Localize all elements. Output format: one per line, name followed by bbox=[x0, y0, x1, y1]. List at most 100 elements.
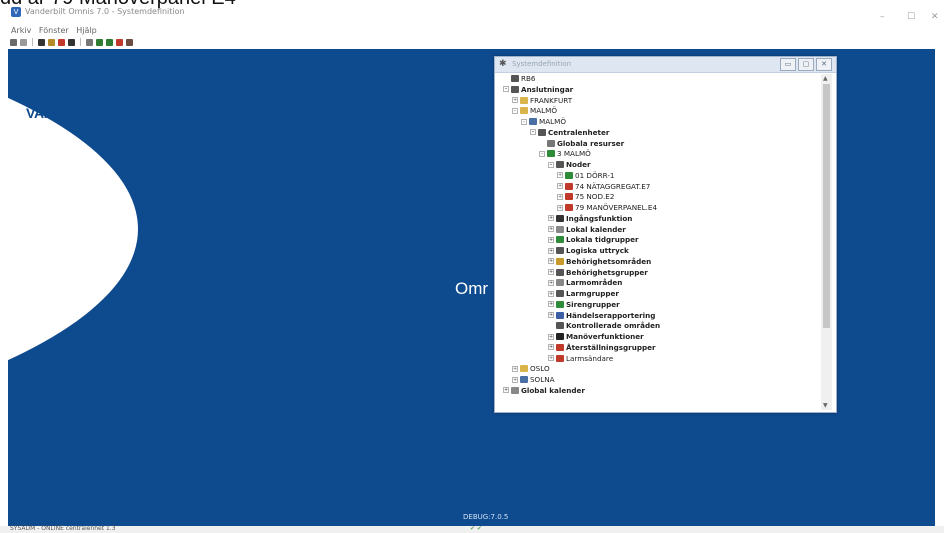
collapse-icon[interactable]: – bbox=[503, 86, 509, 93]
tree-node[interactable]: + Larmgrupper bbox=[548, 289, 619, 298]
tree-node-icon bbox=[556, 257, 564, 265]
expand-icon[interactable]: + bbox=[557, 172, 563, 179]
expand-icon[interactable]: + bbox=[548, 333, 554, 340]
collapse-icon[interactable]: – bbox=[512, 107, 518, 114]
expand-icon[interactable]: + bbox=[557, 183, 563, 189]
fire-icon[interactable] bbox=[116, 38, 123, 46]
expand-icon[interactable]: + bbox=[557, 193, 563, 200]
tree-node-label: OSLO bbox=[530, 364, 550, 374]
tools-icon[interactable] bbox=[68, 38, 75, 46]
expand-icon[interactable]: + bbox=[548, 355, 554, 361]
settings-icon[interactable] bbox=[86, 38, 93, 46]
tree-node-label: Larmsändare bbox=[566, 353, 614, 363]
tree-node[interactable]: + Sirengrupper bbox=[548, 300, 620, 309]
expand-icon[interactable]: + bbox=[512, 97, 518, 103]
scroll-up-arrow[interactable]: ▲ bbox=[823, 75, 828, 82]
tree-node[interactable]: + Manöverfunktioner bbox=[548, 332, 644, 341]
key-icon[interactable] bbox=[38, 38, 45, 46]
collapse-icon[interactable]: – bbox=[521, 118, 527, 125]
tree-node[interactable]: + Behörighetsområden bbox=[548, 257, 651, 266]
expand-icon[interactable]: + bbox=[548, 290, 554, 297]
tree-node[interactable]: +01 DÖRR-1 bbox=[557, 171, 615, 180]
expand-icon[interactable]: + bbox=[548, 312, 554, 318]
person-icon[interactable] bbox=[106, 38, 113, 46]
tree-node-label: Behörighetsområden bbox=[566, 256, 652, 266]
tree-node[interactable]: +79 MANÖVERPANEL.E4 bbox=[557, 203, 657, 212]
sysdef-close-button[interactable]: ✕ bbox=[816, 58, 832, 71]
tree-node[interactable]: + Lokal kalender bbox=[548, 225, 626, 234]
tree-node[interactable]: + OSLO bbox=[512, 364, 550, 373]
tree-node[interactable]: + Behörighetsgrupper bbox=[548, 268, 648, 277]
tree-node[interactable]: – Noder bbox=[548, 160, 591, 169]
menu-arkiv[interactable]: Arkiv bbox=[11, 26, 31, 35]
expand-icon[interactable]: + bbox=[503, 387, 509, 394]
vanderbilt-logo: VANDERBILT bbox=[26, 105, 112, 121]
tree-node[interactable]: + Larmområden bbox=[548, 278, 622, 287]
tree-node[interactable]: – MALMÖ bbox=[512, 106, 557, 115]
tree-node[interactable]: – 3 MALMÖ bbox=[539, 149, 591, 158]
scroll-down-arrow[interactable]: ▼ bbox=[823, 402, 828, 409]
tree-node[interactable]: + Global kalender bbox=[503, 386, 585, 395]
sysdef-minimize-button[interactable]: ▭ bbox=[780, 58, 796, 71]
tree-scrollbar[interactable]: ▲ ▼ bbox=[821, 74, 832, 410]
system-tree[interactable]: RB6– Anslutningar + FRANKFURT – MALMÖ – MALMÖ – C… bbox=[497, 74, 819, 410]
tree-node-label: Ingångsfunktion bbox=[566, 213, 633, 223]
expand-icon[interactable]: + bbox=[548, 301, 554, 308]
tree-node[interactable]: +75 NOD.E2 bbox=[557, 192, 614, 201]
menu-hjalp[interactable]: Hjälp bbox=[76, 26, 96, 35]
tree-node[interactable]: RB6 bbox=[503, 74, 536, 83]
print-icon[interactable] bbox=[20, 38, 27, 46]
tree-node[interactable]: – Anslutningar bbox=[503, 85, 573, 94]
door-icon[interactable] bbox=[48, 38, 55, 46]
close-button[interactable]: ✕ bbox=[931, 12, 939, 22]
tree-node[interactable]: + Återställningsgrupper bbox=[548, 343, 656, 352]
alarm-icon[interactable] bbox=[58, 38, 65, 46]
tree-node[interactable]: + Larmsändare bbox=[548, 354, 613, 363]
tree-node-icon bbox=[547, 150, 555, 158]
save-icon[interactable] bbox=[10, 38, 17, 46]
expand-icon[interactable]: + bbox=[512, 376, 518, 383]
expand-icon[interactable]: + bbox=[548, 279, 554, 286]
expand-icon[interactable]: + bbox=[548, 226, 554, 232]
tree-node[interactable]: + Lokala tidgrupper bbox=[548, 235, 639, 244]
expand-icon[interactable]: + bbox=[512, 365, 518, 372]
expand-icon[interactable]: + bbox=[548, 269, 554, 275]
tree-node-label: 79 MANÖVERPANEL.E4 bbox=[575, 203, 658, 212]
systemdefinition-titlebar[interactable]: ✱ Systemdefinition ▭ ▢ ✕ bbox=[495, 57, 836, 73]
scroll-thumb[interactable] bbox=[823, 84, 830, 328]
tree-node-icon bbox=[511, 85, 519, 93]
tree-node-icon bbox=[556, 354, 564, 362]
expand-icon[interactable]: + bbox=[548, 215, 554, 222]
tree-node-icon bbox=[529, 118, 537, 125]
tree-node[interactable]: + Ingångsfunktion bbox=[548, 214, 632, 223]
collapse-icon[interactable]: – bbox=[548, 161, 554, 168]
sysdef-restore-button[interactable]: ▢ bbox=[798, 58, 814, 71]
tree-node-label: RB6 bbox=[521, 74, 536, 83]
tree-node-icon bbox=[511, 75, 519, 82]
expand-icon[interactable]: + bbox=[548, 344, 554, 351]
menu-fonster[interactable]: Fönster bbox=[39, 26, 69, 35]
systemdefinition-window[interactable]: ✱ Systemdefinition ▭ ▢ ✕ RB6 – Anslutninga… bbox=[494, 56, 837, 413]
tree-node[interactable]: + Logiska uttryck bbox=[548, 246, 629, 255]
collapse-icon[interactable]: – bbox=[530, 129, 536, 136]
tree-node-label: Larmområden bbox=[566, 278, 623, 288]
tree-node[interactable]: – Centralenheter bbox=[530, 128, 609, 137]
node-icon[interactable] bbox=[96, 38, 103, 46]
maximize-button[interactable]: ☐ bbox=[907, 12, 915, 22]
tree-node[interactable]: – MALMÖ bbox=[521, 117, 566, 126]
tree-node[interactable]: Globala resurser bbox=[539, 139, 624, 148]
tree-node[interactable]: + FRANKFURT bbox=[512, 96, 572, 105]
expand-icon[interactable]: + bbox=[557, 204, 563, 211]
expand-icon[interactable]: + bbox=[548, 247, 554, 254]
tree-node-label: MALMÖ bbox=[530, 106, 557, 116]
log-icon[interactable] bbox=[126, 38, 133, 46]
collapse-icon[interactable]: – bbox=[539, 150, 545, 157]
expand-icon[interactable]: + bbox=[548, 236, 554, 243]
tree-node[interactable]: + SOLNA bbox=[512, 375, 555, 384]
tree-node-icon bbox=[565, 182, 573, 190]
minimize-button[interactable]: – bbox=[880, 12, 885, 22]
tree-node[interactable]: Kontrollerade områden bbox=[548, 321, 660, 330]
expand-icon[interactable]: + bbox=[548, 258, 554, 265]
tree-node[interactable]: + Händelserapportering bbox=[548, 311, 655, 320]
tree-node[interactable]: +74 NÄTAGGREGAT.E7 bbox=[557, 182, 650, 191]
